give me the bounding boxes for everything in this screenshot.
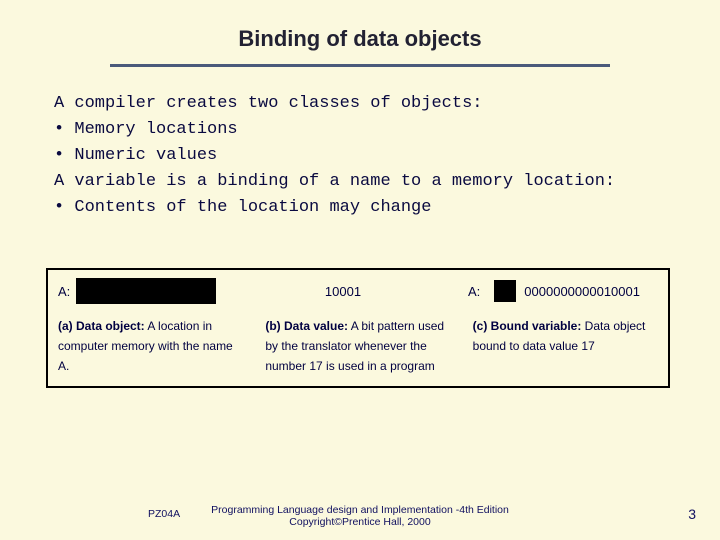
fig-value-b: 10001 [325, 284, 361, 299]
fig-label-a: A: [58, 284, 70, 299]
fig-cell-c: A: 0000000000010001 [438, 280, 658, 302]
line-4: A variable is a binding of a name to a m… [54, 172, 615, 191]
desc-b-strong: (b) Data value: [265, 319, 348, 333]
bound-box-icon [494, 280, 516, 302]
footer-text: Programming Language design and Implemen… [211, 504, 509, 528]
figure-descriptions: (a) Data object: A location in computer … [58, 316, 658, 376]
footer-line-1: Programming Language design and Implemen… [211, 504, 509, 516]
title-rule [110, 64, 610, 67]
footer-line-2: Copyright©Prentice Hall, 2000 [211, 516, 509, 528]
line-1: A compiler creates two classes of object… [54, 94, 482, 113]
slide-title: Binding of data objects [0, 0, 720, 52]
figure-box: A: 10001 A: 0000000000010001 (a) Data ob… [46, 268, 670, 388]
footer: Programming Language design and Implemen… [0, 504, 720, 528]
figure-top-row: A: 10001 A: 0000000000010001 [58, 278, 658, 304]
fig-cell-b: 10001 [248, 284, 438, 299]
line-5: • Contents of the location may change [54, 198, 431, 217]
line-3: • Numeric values [54, 146, 217, 165]
line-2: • Memory locations [54, 120, 238, 139]
body-text: A compiler creates two classes of object… [54, 91, 720, 221]
desc-c: (c) Bound variable: Data object bound to… [473, 316, 658, 376]
fig-cell-a: A: [58, 278, 248, 304]
desc-c-strong: (c) Bound variable: [473, 319, 582, 333]
desc-a-strong: (a) Data object: [58, 319, 145, 333]
desc-b: (b) Data value: A bit pattern used by th… [265, 316, 450, 376]
desc-a: (a) Data object: A location in computer … [58, 316, 243, 376]
fig-label-c: A: [468, 284, 480, 299]
memory-box-icon [76, 278, 216, 304]
fig-value-c: 0000000000010001 [524, 284, 640, 299]
page-number: 3 [688, 506, 696, 522]
slide: Binding of data objects A compiler creat… [0, 0, 720, 540]
